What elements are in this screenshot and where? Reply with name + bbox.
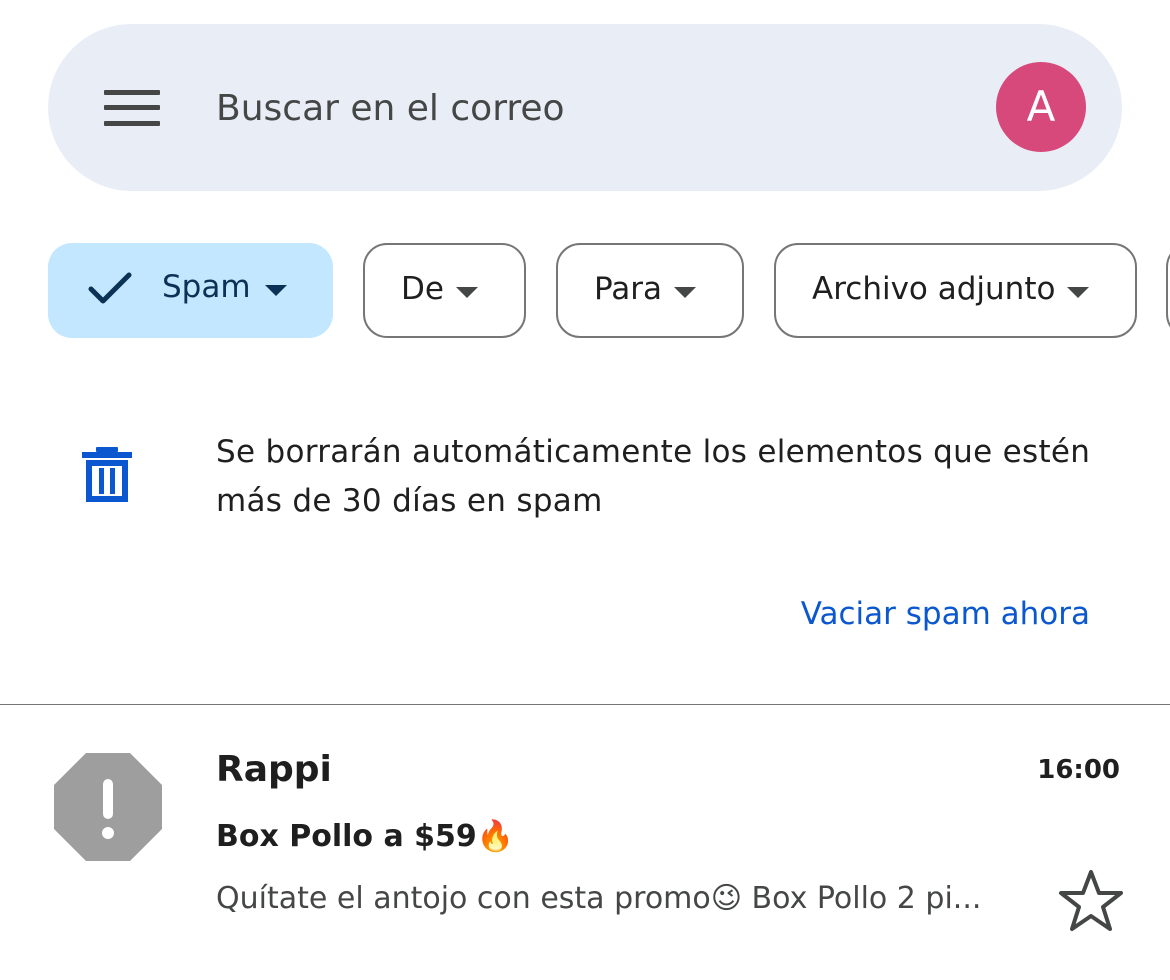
- caret-down-icon: [1067, 287, 1089, 298]
- filter-chip-label: Spam: [162, 269, 251, 305]
- caret-down-icon: [674, 287, 696, 298]
- search-input[interactable]: [216, 80, 916, 136]
- filter-chip-spam[interactable]: Spam: [48, 243, 333, 338]
- filter-chip-label: Para: [594, 271, 663, 307]
- filter-chip-label: Archivo adjunto: [812, 271, 1056, 307]
- caret-down-icon: [456, 287, 478, 298]
- email-subject: Box Pollo a $59🔥: [216, 819, 515, 854]
- spam-notice-text: Se borrarán automáticamente los elemento…: [216, 434, 1091, 519]
- star-icon[interactable]: [1058, 869, 1124, 933]
- caret-down-icon: [265, 285, 287, 296]
- email-time: 16:00: [1037, 755, 1120, 785]
- check-icon: [88, 272, 132, 304]
- menu-icon[interactable]: [104, 90, 160, 126]
- empty-spam-button[interactable]: Vaciar spam ahora: [801, 596, 1090, 632]
- trash-icon: [82, 447, 132, 502]
- filter-chip-label: De: [401, 271, 444, 307]
- filter-chip-overflow[interactable]: [1166, 243, 1170, 338]
- filter-chip-de[interactable]: De: [363, 243, 526, 338]
- filter-chip-archivo-adjunto[interactable]: Archivo adjunto: [774, 243, 1137, 338]
- email-row[interactable]: Rappi 16:00 Box Pollo a $59🔥 Quítate el …: [0, 705, 1170, 980]
- email-snippet: Quítate el antojo con esta promo😉 Box Po…: [216, 881, 982, 916]
- spam-warning-icon: [54, 753, 162, 861]
- email-sender: Rappi: [216, 749, 332, 790]
- filter-chip-para[interactable]: Para: [556, 243, 744, 338]
- avatar[interactable]: A: [996, 62, 1086, 152]
